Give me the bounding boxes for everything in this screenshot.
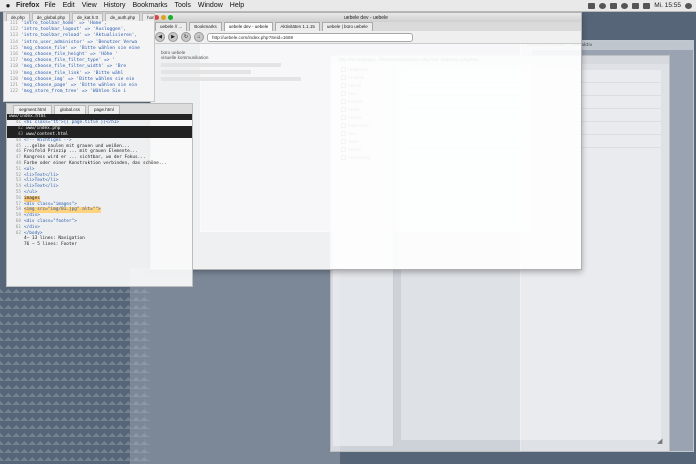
browser-window-title: uebele dev - uebele <box>344 14 388 21</box>
wifi-icon[interactable] <box>621 2 629 9</box>
line-text: Farbe oder einer Konstruktion verbinden,… <box>24 160 167 166</box>
desktop-artifact-bottom <box>130 268 340 464</box>
menu-app-name[interactable]: Firefox <box>16 2 39 9</box>
home-icon[interactable]: ⌂ <box>194 32 204 42</box>
browser-titlebar: uebele dev - uebele <box>151 13 581 22</box>
fold-status[interactable]: 76 — 5 lines: Footer <box>7 242 192 248</box>
menu-edit[interactable]: Edit <box>63 2 75 9</box>
status-area: Mi. 15:55 <box>588 0 692 11</box>
browser-tab[interactable]: Aktivitäten 1.1.15 <box>275 22 320 31</box>
editor-tab[interactable]: global.css <box>54 105 87 114</box>
menu-bar: ● Firefox File Edit View History Bookmar… <box>0 0 696 12</box>
browser-tab[interactable]: uebele // ... <box>155 22 188 31</box>
menu-view[interactable]: View <box>82 2 97 9</box>
spotlight-icon[interactable] <box>685 2 692 9</box>
line-text: 'msg_store_from_tree' => 'Wählen Sie i <box>21 89 127 95</box>
line-number: 122 <box>9 89 18 95</box>
editor-tab-bar: segment.html global.css page.html <box>7 104 192 114</box>
editor-tab[interactable]: page.html <box>88 105 120 114</box>
browser-tab[interactable]: Bookmarks <box>189 22 222 31</box>
minimize-icon[interactable] <box>161 15 166 20</box>
page-subheading: visuelle kommunikation <box>161 55 209 60</box>
browser-tab-active[interactable]: uebele dev - uebele <box>223 22 274 31</box>
menu-window[interactable]: Window <box>198 2 223 9</box>
forward-icon[interactable]: ▶ <box>168 32 178 42</box>
reload-icon[interactable]: ↻ <box>181 32 191 42</box>
menu-file[interactable]: File <box>44 2 55 9</box>
editor-tab[interactable]: de_global.php <box>31 13 71 21</box>
browser-window: uebele dev - uebele uebele // ... Bookma… <box>150 12 582 270</box>
zoom-icon[interactable] <box>168 15 173 20</box>
menu-tools[interactable]: Tools <box>175 2 191 9</box>
editor-tab[interactable]: de_kat.h.tt <box>72 13 104 21</box>
bluetooth-icon[interactable] <box>610 2 618 9</box>
editor-tab-bar: de.php de_global.php de_kat.h.tt de_auth… <box>4 13 154 21</box>
menu-help[interactable]: Help <box>230 2 244 9</box>
battery-icon[interactable] <box>643 2 651 9</box>
browser-toolbar: ◀ ▶ ↻ ⌂ http://uebele.com/index.php?Seid… <box>151 31 581 44</box>
placeholder-line <box>161 63 281 67</box>
clock[interactable]: Mi. 15:55 <box>654 2 681 9</box>
resize-grip-icon[interactable]: ◢ <box>657 437 665 445</box>
volume-icon[interactable] <box>632 2 640 9</box>
browser-tab-bar: uebele // ... Bookmarks uebele dev - ueb… <box>151 22 581 31</box>
code-editor-top: de.php de_global.php de_kat.h.tt de_auth… <box>3 12 155 102</box>
browser-tab[interactable]: uebele | büro uebele <box>321 22 373 31</box>
menu-history[interactable]: History <box>104 2 126 9</box>
placeholder-line <box>161 70 251 74</box>
code-editor-bottom: segment.html global.css page.html www/in… <box>6 103 193 287</box>
editor-tab[interactable]: homepage.php <box>142 13 154 21</box>
browser-page: büro uebele visuelle kommunikation <box>151 44 581 90</box>
code-line[interactable]: 48 Farbe oder einer Konstruktion verbinde… <box>7 161 192 167</box>
placeholder-line <box>161 77 301 81</box>
desktop-artifact-left <box>0 285 150 464</box>
apple-menu-icon[interactable]: ● <box>3 1 13 10</box>
url-bar[interactable]: http://uebele.com/index.php?Seid=1669 <box>207 32 413 42</box>
code-line[interactable]: 122'msg_store_from_tree' => 'Wählen Sie … <box>4 89 154 95</box>
editor-tab[interactable]: de_auth.php <box>105 13 141 21</box>
fold-status-text: 76 — 5 lines: Footer <box>24 242 77 248</box>
dropbox-icon[interactable] <box>588 2 596 9</box>
editor-tab[interactable]: de.php <box>6 13 30 21</box>
menu-bookmarks[interactable]: Bookmarks <box>133 2 168 9</box>
editor-tab[interactable]: segment.html <box>13 105 53 114</box>
window-controls <box>154 15 173 20</box>
time-machine-icon[interactable] <box>599 2 607 9</box>
back-icon[interactable]: ◀ <box>155 32 165 42</box>
